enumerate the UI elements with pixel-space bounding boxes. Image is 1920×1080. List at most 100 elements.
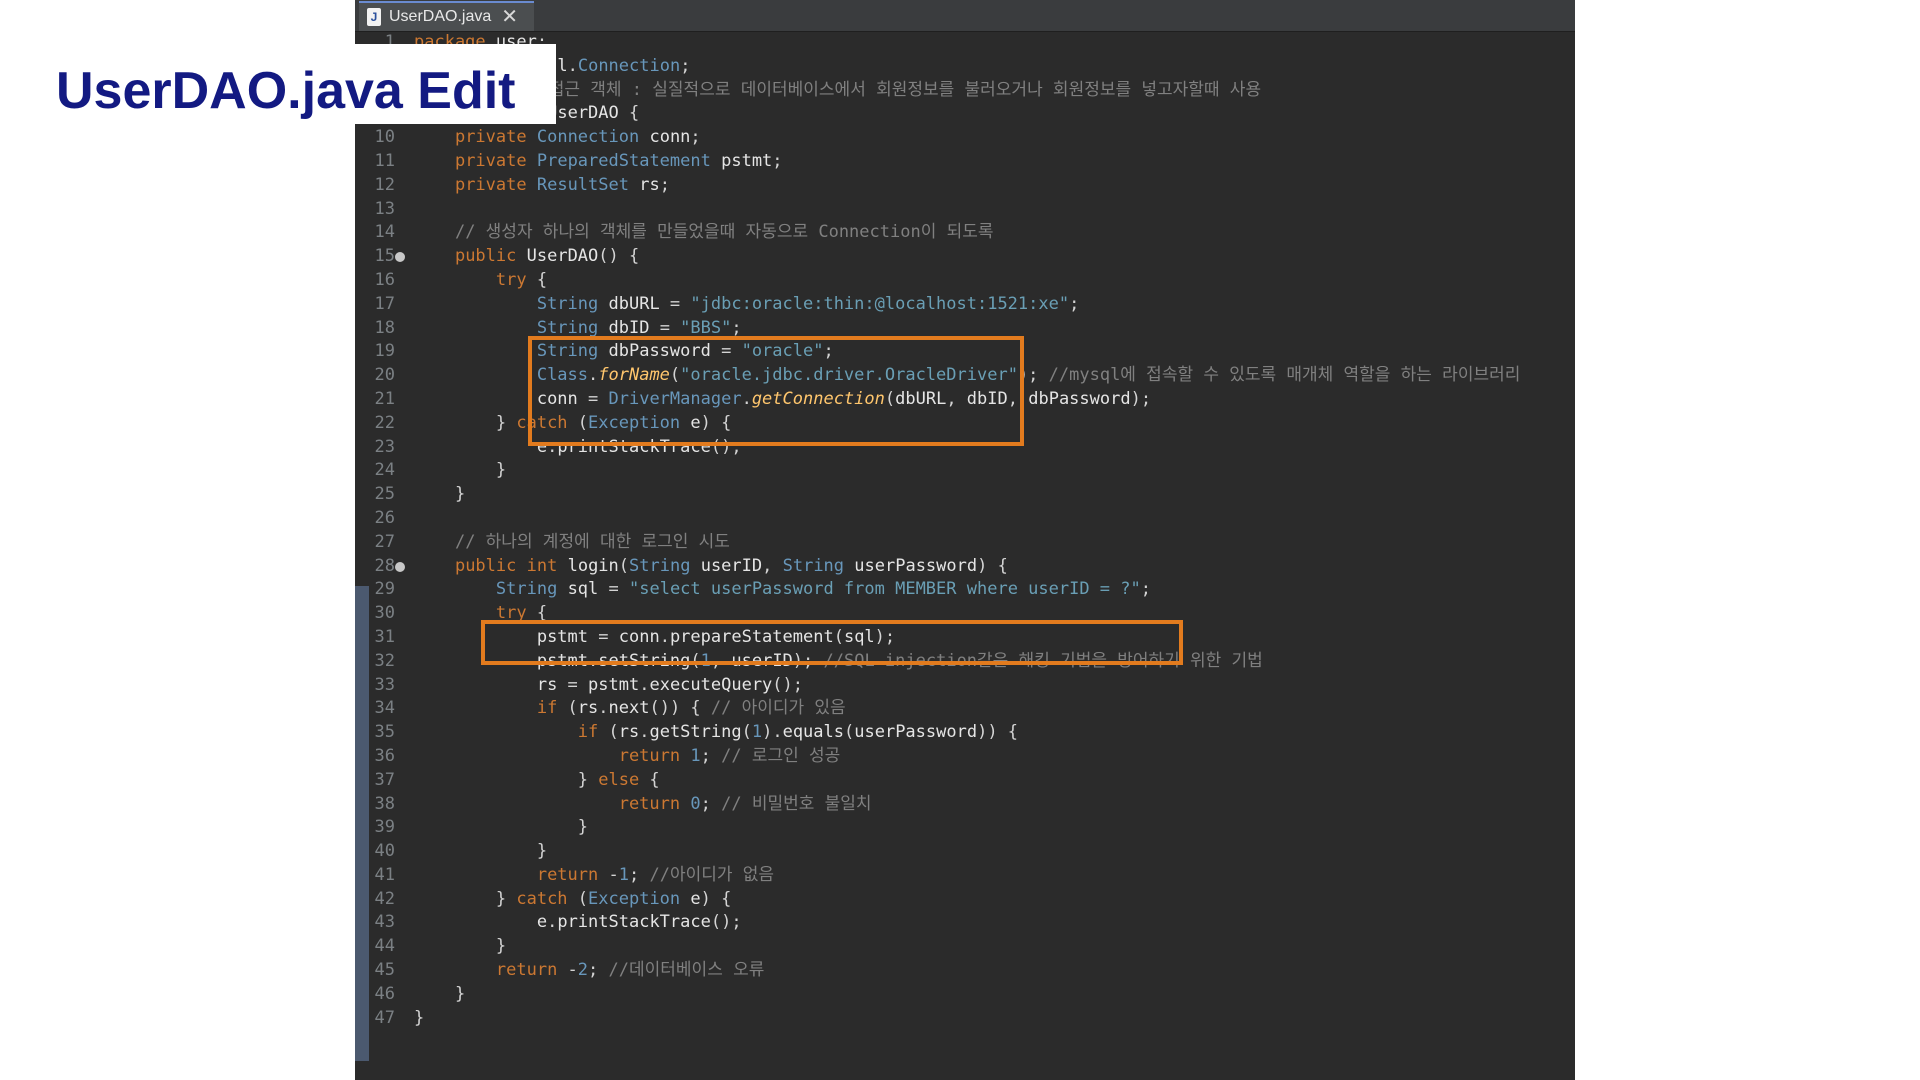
highlight-box-sql-query (481, 620, 1183, 665)
code-line[interactable]: 46 } (355, 983, 1575, 1007)
line-number: 12 (374, 174, 395, 195)
code-text: private ResultSet rs; (454, 174, 670, 195)
code-text: rs = pstmt.executeQuery(); (536, 674, 804, 695)
tab-userdao-java[interactable]: J UserDAO.java ✕ (359, 1, 534, 31)
code-text: } (414, 936, 507, 957)
code-text: } (414, 841, 548, 862)
code-line[interactable]: 13 (355, 198, 1575, 222)
editor-tab-bar: J UserDAO.java ✕ (355, 0, 1575, 32)
line-number: 25 (374, 484, 395, 505)
line-number: 35 (374, 722, 395, 743)
line-number: 23 (374, 436, 395, 457)
line-number: 46 (374, 983, 395, 1004)
code-text: } (414, 983, 466, 1004)
slide-title: UserDAO.java Edit (46, 44, 556, 124)
line-number: 44 (374, 936, 395, 957)
code-line[interactable]: 37 } else { (355, 769, 1575, 793)
code-text: } (414, 460, 507, 481)
code-line[interactable]: 15 public UserDAO() { (355, 245, 1575, 269)
code-text: try { (495, 269, 548, 290)
line-number: 41 (374, 864, 395, 885)
code-line[interactable]: 17 String dbURL = "jdbc:oracle:thin:@loc… (355, 293, 1575, 317)
line-number: 26 (374, 507, 395, 528)
code-line[interactable]: 26 (355, 507, 1575, 531)
code-text: } (414, 817, 588, 838)
code-line[interactable]: 34 if (rs.next()) { // 아이디가 있음 (355, 697, 1575, 721)
code-line[interactable]: 36 return 1; // 로그인 성공 (355, 745, 1575, 769)
line-number: 31 (374, 626, 395, 647)
code-text: return -1; //아이디가 없음 (536, 864, 775, 885)
line-number: 14 (374, 222, 395, 243)
code-line[interactable]: 33 rs = pstmt.executeQuery(); (355, 674, 1575, 698)
line-number: 13 (374, 198, 395, 219)
code-line[interactable]: 35 if (rs.getString(1).equals(userPasswo… (355, 721, 1575, 745)
line-number: 29 (374, 579, 395, 600)
code-text: } (414, 1007, 425, 1028)
code-text: e.printStackTrace(); (536, 912, 742, 933)
line-number: 10 (374, 127, 395, 148)
line-number: 19 (374, 341, 395, 362)
code-text: String sql = "select userPassword from M… (495, 579, 1151, 600)
code-line[interactable]: 29 String sql = "select userPassword fro… (355, 578, 1575, 602)
code-line[interactable]: 12 private ResultSet rs; (355, 174, 1575, 198)
code-line[interactable]: 40 } (355, 840, 1575, 864)
code-line[interactable]: 42 } catch (Exception e) { (355, 888, 1575, 912)
code-line[interactable]: 41 return -1; //아이디가 없음 (355, 864, 1575, 888)
line-number: 30 (374, 603, 395, 624)
code-line[interactable]: 25 } (355, 483, 1575, 507)
line-number: 20 (374, 365, 395, 386)
code-line[interactable]: 10 private Connection conn; (355, 126, 1575, 150)
line-number: 24 (374, 460, 395, 481)
line-number: 42 (374, 888, 395, 909)
code-text: return -2; //데이터베이스 오류 (495, 960, 765, 981)
line-number: 27 (374, 531, 395, 552)
line-number: 15 (374, 246, 395, 267)
line-number: 36 (374, 745, 395, 766)
code-text: // 생성자 하나의 객체를 만들었을때 자동으로 Connection이 되도… (454, 222, 994, 243)
code-text: if (rs.next()) { // 아이디가 있음 (536, 698, 846, 719)
line-number: 22 (374, 412, 395, 433)
code-text: } (414, 484, 466, 505)
line-number: 47 (374, 1007, 395, 1028)
code-text: String dbURL = "jdbc:oracle:thin:@localh… (536, 293, 1080, 314)
line-number: 33 (374, 674, 395, 695)
line-number: 37 (374, 769, 395, 790)
code-text: // 하나의 계정에 대한 로그인 시도 (454, 531, 730, 552)
line-number: 43 (374, 912, 395, 933)
line-number: 21 (374, 388, 395, 409)
line-number: 39 (374, 817, 395, 838)
line-number: 32 (374, 650, 395, 671)
close-icon[interactable]: ✕ (501, 7, 518, 27)
code-text: } else { (414, 769, 660, 790)
code-line[interactable]: 38 return 0; // 비밀번호 불일치 (355, 793, 1575, 817)
code-text: private Connection conn; (454, 127, 701, 148)
code-text: return 1; // 로그인 성공 (618, 745, 841, 766)
line-number: 16 (374, 269, 395, 290)
line-number: 38 (374, 793, 395, 814)
line-number: 18 (374, 317, 395, 338)
code-line[interactable]: 39 } (355, 816, 1575, 840)
code-line[interactable]: 44 } (355, 935, 1575, 959)
code-line[interactable]: 45 return -2; //데이터베이스 오류 (355, 959, 1575, 983)
fold-marker-icon[interactable] (395, 252, 405, 263)
line-number: 34 (374, 698, 395, 719)
code-text: if (rs.getString(1).equals(userPassword)… (577, 722, 1019, 743)
code-line[interactable]: 28 public int login(String userID, Strin… (355, 555, 1575, 579)
code-line[interactable]: 27 // 하나의 계정에 대한 로그인 시도 (355, 531, 1575, 555)
java-file-icon: J (367, 8, 381, 26)
code-line[interactable]: 43 e.printStackTrace(); (355, 911, 1575, 935)
code-area[interactable]: 1package user;3import java.sql.Connectio… (355, 31, 1575, 1030)
tab-label: UserDAO.java (389, 8, 492, 25)
code-text: return 0; // 비밀번호 불일치 (618, 793, 872, 814)
code-text: private PreparedStatement pstmt; (454, 150, 783, 171)
code-line[interactable]: 47} (355, 1007, 1575, 1031)
code-line[interactable]: 14 // 생성자 하나의 객체를 만들었을때 자동으로 Connection이… (355, 221, 1575, 245)
code-line[interactable]: 16 try { (355, 269, 1575, 293)
fold-marker-icon[interactable] (395, 561, 405, 572)
code-line[interactable]: 24 } (355, 459, 1575, 483)
line-number: 11 (374, 150, 395, 171)
line-number: 40 (374, 841, 395, 862)
code-line[interactable]: 11 private PreparedStatement pstmt; (355, 150, 1575, 174)
code-editor[interactable]: J UserDAO.java ✕ 1package user;3import j… (355, 0, 1575, 1080)
code-text: public UserDAO() { (454, 246, 640, 267)
